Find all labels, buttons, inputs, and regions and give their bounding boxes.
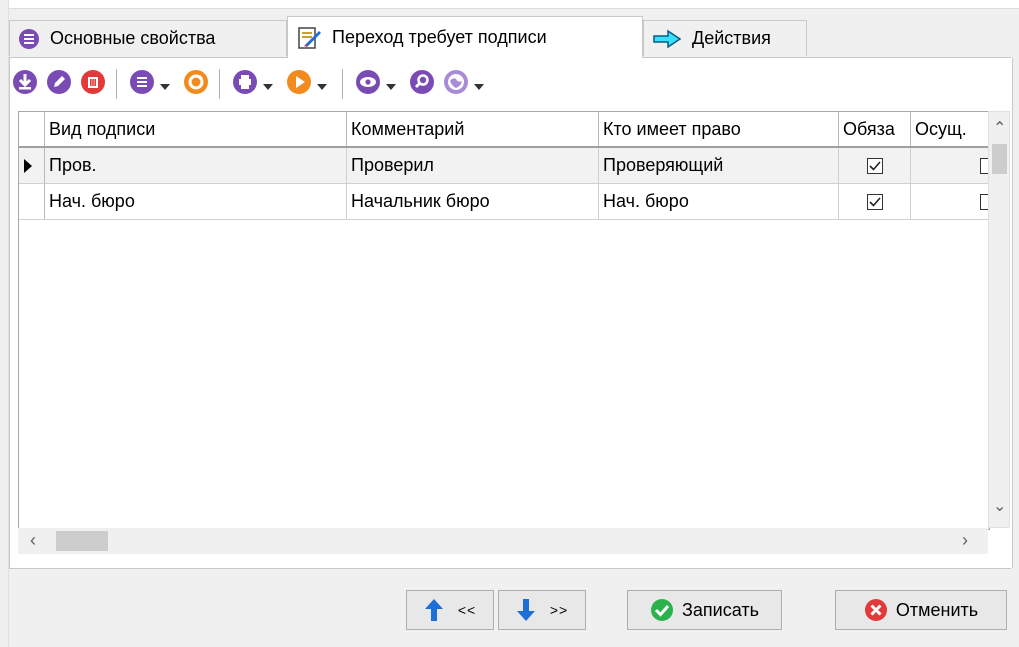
delete-icon [80,69,106,100]
chevron-down-icon [474,74,484,95]
play-icon [286,69,312,100]
horizontal-scrollbar[interactable]: ‹ › [18,528,988,554]
download-icon [12,69,38,100]
prev-label: << [457,602,477,618]
window-top-edge [0,0,1019,9]
globe-dropdown-arrow[interactable] [473,74,485,95]
signatures-table: Вид подписи Комментарий Кто имеет право … [18,111,990,530]
column-header-who[interactable]: Кто имеет право [599,112,839,146]
list-icon [129,69,155,100]
tab-main-properties[interactable]: Основные свойства [9,20,287,56]
play-dropdown-arrow[interactable] [316,74,328,95]
cancel-button[interactable]: Отменить [835,590,1007,630]
row-indicator-header [19,112,45,146]
chevron-down-icon [263,74,273,95]
save-label: Записать [682,599,759,620]
print-button[interactable] [230,69,260,99]
tab-actions[interactable]: Действия [643,20,807,56]
next-record-button[interactable]: >> [498,590,586,630]
vertical-scroll-thumb[interactable] [992,144,1007,174]
scroll-left-icon[interactable]: ‹ [30,530,36,551]
column-header-required[interactable]: Обяза [839,112,911,146]
required-checkbox[interactable] [866,157,883,174]
chevron-down-icon [386,74,396,95]
scroll-down-icon[interactable]: ⌄ [993,496,1006,516]
save-button[interactable]: Записать [627,590,782,630]
prev-record-button[interactable]: << [406,590,494,630]
cancel-label: Отменить [895,599,979,620]
scroll-right-icon[interactable]: › [962,530,968,551]
cell-done [911,184,989,219]
cell-done [911,148,989,183]
cell-comment[interactable]: Начальник бюро [347,184,599,219]
chevron-down-icon [317,74,327,95]
view-button[interactable] [353,69,383,99]
cell-comment[interactable]: Проверил [347,148,599,183]
cell-who[interactable]: Проверяющий [599,148,839,183]
toolbar-separator [116,69,117,99]
cancel-circle-icon [864,598,888,622]
next-label: >> [549,602,569,618]
toolbar-separator [219,69,220,99]
arrow-down-icon [516,598,536,622]
tab-label: Переход требует подписи [332,27,547,47]
list-dropdown-arrow[interactable] [159,74,171,95]
view-icon [355,69,381,100]
column-header-comment[interactable]: Комментарий [347,112,599,146]
column-header-done[interactable]: Осущ. [911,112,989,146]
required-checkbox[interactable] [866,193,883,210]
panel-bottom-divider [9,568,1011,569]
cell-vid[interactable]: Нач. бюро [45,184,347,219]
refresh-button[interactable] [181,69,211,99]
tab-label: Действия [692,28,771,48]
tab-label: Основные свойства [50,28,216,48]
table-row[interactable]: Нач. бюро Начальник бюро Нач. бюро [19,184,989,220]
current-row-arrow-icon [24,158,32,173]
arrow-up-icon [424,598,444,622]
sign-document-icon [296,25,322,51]
arrow-right-icon [652,28,682,50]
print-icon [232,69,258,100]
window-left-edge [0,0,9,647]
download-button[interactable] [10,69,40,99]
row-indicator [19,148,45,183]
column-header-vid[interactable]: Вид подписи [45,112,347,146]
play-button[interactable] [284,69,314,99]
toolbar-separator [342,69,343,99]
view-dropdown-arrow[interactable] [385,74,397,95]
vertical-scrollbar[interactable]: ⌃ ⌄ [988,111,1010,528]
scroll-up-icon[interactable]: ⌃ [993,118,1006,138]
tab-bar: Основные свойства Переход требует подпис… [9,16,1009,58]
globe-button[interactable] [441,69,471,99]
cell-required [839,148,911,183]
delete-button[interactable] [78,69,108,99]
list-icon [18,28,40,50]
cell-who[interactable]: Нач. бюро [599,184,839,219]
cell-required [839,184,911,219]
check-circle-icon [650,598,674,622]
tab-signature-required[interactable]: Переход требует подписи [287,16,643,58]
toolbar [10,64,495,104]
row-indicator [19,184,45,219]
chevron-down-icon [160,74,170,95]
refresh-icon [183,69,209,100]
globe-icon [443,69,469,100]
cell-vid[interactable]: Пров. [45,148,347,183]
edit-button[interactable] [44,69,74,99]
search-button[interactable] [407,69,437,99]
table-row[interactable]: Пров. Проверил Проверяющий [19,148,989,184]
list-button[interactable] [127,69,157,99]
edit-icon [46,69,72,100]
print-dropdown-arrow[interactable] [262,74,274,95]
search-icon [409,69,435,100]
table-header: Вид подписи Комментарий Кто имеет право … [19,112,989,148]
horizontal-scroll-thumb[interactable] [56,531,108,551]
